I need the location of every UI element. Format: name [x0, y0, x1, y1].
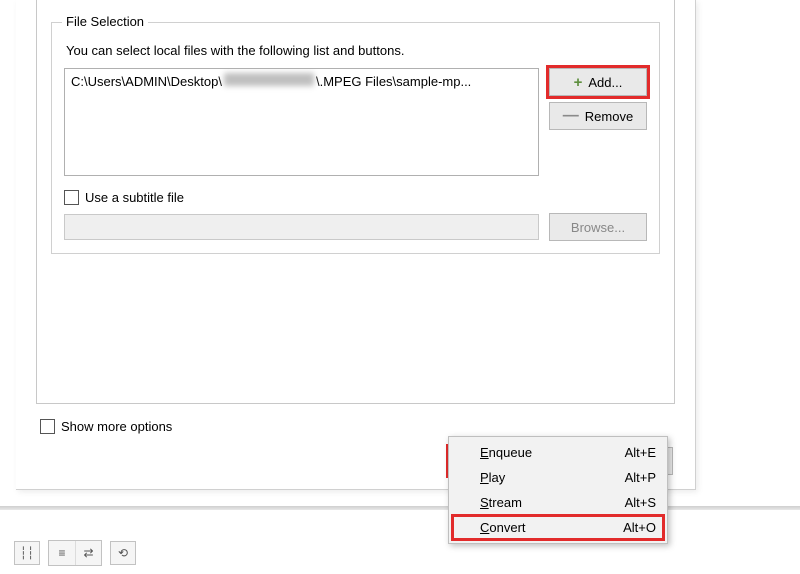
browse-button-label: Browse... — [571, 220, 625, 235]
file-item[interactable]: C:\Users\ADMIN\Desktop\ \.MPEG Files\sam… — [71, 73, 532, 89]
show-more-row: Show more options — [40, 419, 172, 434]
group-title: File Selection — [62, 14, 148, 29]
menu-item-convert[interactable]: Convert Alt+O — [452, 515, 664, 540]
file-path-prefix: C:\Users\ADMIN\Desktop\ — [71, 74, 222, 89]
file-list[interactable]: C:\Users\ADMIN\Desktop\ \.MPEG Files\sam… — [64, 68, 539, 176]
host-tool-3[interactable]: ⟲ — [110, 541, 136, 565]
hint-text: You can select local files with the foll… — [66, 43, 647, 58]
menu-item-enqueue[interactable]: Enqueue Alt+E — [452, 440, 664, 465]
shortcut: Alt+E — [625, 445, 656, 460]
file-path-suffix: \.MPEG Files\sample-mp... — [316, 74, 471, 89]
show-more-label: Show more options — [61, 419, 172, 434]
file-selection-group: File Selection You can select local file… — [51, 22, 660, 254]
host-toolbar: ┆┆ ≡ ⇄ ⟲ — [14, 540, 136, 566]
subtitle-path-field — [64, 214, 539, 240]
host-tool-1[interactable]: ┆┆ — [14, 541, 40, 565]
add-button[interactable]: + Add... — [549, 68, 647, 96]
file-side-buttons: + Add... — Remove — [549, 68, 647, 130]
add-button-label: Add... — [588, 75, 622, 90]
shortcut: Alt+O — [623, 520, 656, 535]
host-separator — [0, 506, 800, 510]
subtitle-row: Use a subtitle file — [64, 190, 647, 205]
host-tool-2b[interactable]: ⇄ — [75, 541, 101, 565]
subtitle-input-row: Browse... — [64, 213, 647, 241]
menu-item-stream[interactable]: Stream Alt+S — [452, 490, 664, 515]
remove-button[interactable]: — Remove — [549, 102, 647, 130]
dialog-window: File Selection You can select local file… — [16, 0, 696, 490]
file-path-redacted — [224, 73, 314, 86]
host-tool-2a[interactable]: ≡ — [49, 541, 75, 565]
convert-save-menu: Enqueue Alt+E Play Alt+P Stream Alt+S Co… — [448, 436, 668, 544]
show-more-checkbox[interactable] — [40, 419, 55, 434]
browse-button: Browse... — [549, 213, 647, 241]
use-subtitle-label: Use a subtitle file — [85, 190, 184, 205]
minus-icon: — — [563, 108, 579, 124]
plus-icon: + — [574, 75, 583, 90]
menu-item-play[interactable]: Play Alt+P — [452, 465, 664, 490]
shortcut: Alt+S — [625, 495, 656, 510]
host-tool-pair: ≡ ⇄ — [48, 540, 102, 566]
file-row: C:\Users\ADMIN\Desktop\ \.MPEG Files\sam… — [64, 68, 647, 176]
shortcut: Alt+P — [625, 470, 656, 485]
main-panel: File Selection You can select local file… — [36, 0, 675, 404]
use-subtitle-checkbox[interactable] — [64, 190, 79, 205]
remove-button-label: Remove — [585, 109, 633, 124]
